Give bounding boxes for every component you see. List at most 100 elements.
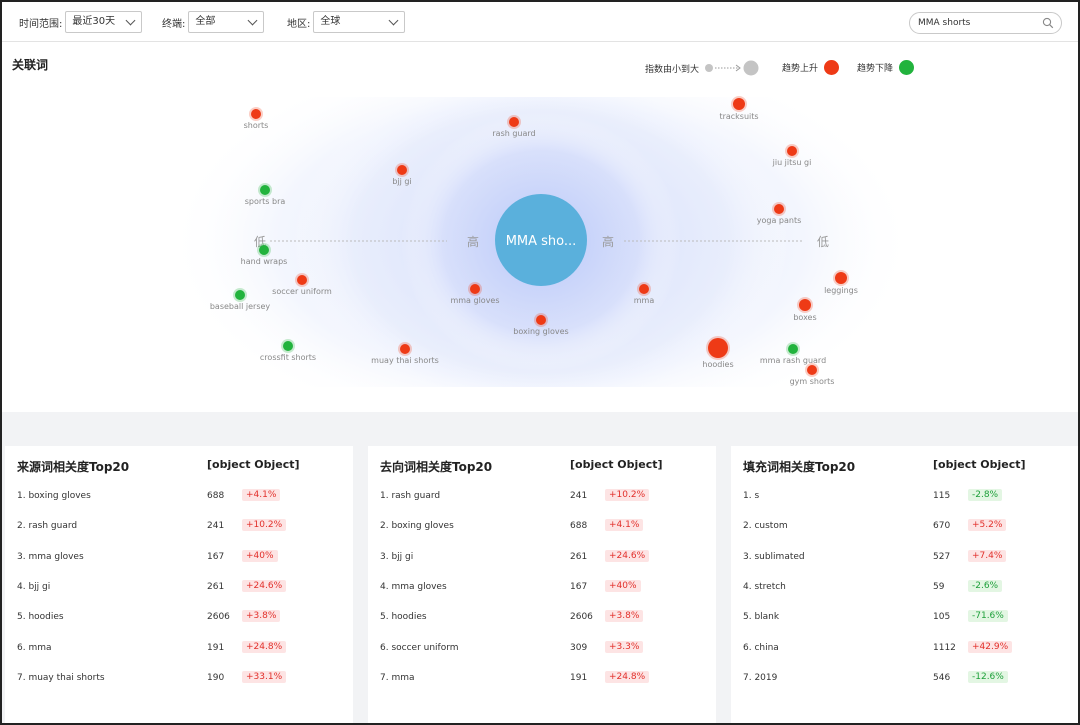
change-badge: +24.8%	[605, 670, 650, 683]
table-row[interactable]: 2. boxing gloves 688 +4.1%	[368, 519, 716, 551]
change-badge: +40%	[605, 579, 641, 592]
row-keyword[interactable]: 7. muay thai shorts	[17, 673, 105, 683]
row-value: 115	[933, 491, 951, 501]
word-dot-leggings[interactable]	[835, 272, 847, 284]
row-keyword[interactable]: 4. stretch	[743, 582, 786, 592]
row-keyword[interactable]: 5. hoodies	[380, 612, 427, 622]
time-range-select[interactable]: 最近30天	[65, 11, 143, 33]
table-row[interactable]: 5. hoodies 2606 +3.8%	[368, 610, 716, 642]
word-dot-hoodies[interactable]	[708, 338, 728, 358]
change-badge: +42.9%	[968, 640, 1013, 653]
row-keyword[interactable]: 2. custom	[743, 521, 788, 531]
row-value: 105	[933, 612, 951, 623]
row-value: 670	[933, 521, 951, 532]
row-value: 546	[933, 672, 951, 683]
word-dot-boxing-gloves[interactable]	[536, 315, 546, 325]
word-dot-jiu-jitsu-gi[interactable]	[787, 146, 797, 156]
row-keyword[interactable]: 6. soccer uniform	[380, 643, 459, 653]
row-keyword[interactable]: 7. 2019	[743, 673, 777, 683]
row-value: 2606	[207, 612, 230, 623]
table-row[interactable]: 1. s 115 -2.8%	[731, 489, 1078, 521]
table-row[interactable]: 4. stretch 59 -2.6%	[731, 579, 1078, 612]
word-dot-sports-bra[interactable]	[260, 185, 270, 195]
row-keyword[interactable]: 5. hoodies	[17, 612, 64, 622]
row-keyword[interactable]: 3. bjj gi	[380, 552, 413, 562]
row-keyword[interactable]: 4. bjj gi	[17, 582, 50, 592]
word-dot-crossfit-shorts[interactable]	[283, 341, 293, 351]
word-dot-boxes[interactable]	[799, 299, 811, 311]
region-filter: 地区: 全球	[287, 10, 406, 34]
row-keyword[interactable]: 4. mma gloves	[380, 582, 447, 592]
table-row[interactable]: 6. soccer uniform 309 +3.3%	[368, 640, 716, 673]
row-keyword[interactable]: 3. mma gloves	[17, 552, 84, 562]
row-value: 167	[207, 551, 225, 562]
row-keyword[interactable]: 1. s	[743, 491, 759, 501]
word-dot-rash-guard[interactable]	[509, 117, 519, 127]
row-value: 241	[570, 491, 588, 501]
row-keyword[interactable]: 6. mma	[17, 643, 52, 653]
search-value: MMA shorts	[918, 18, 971, 28]
row-keyword[interactable]: 7. mma	[380, 673, 415, 683]
word-dot-shorts[interactable]	[251, 109, 261, 119]
word-label: mma gloves	[450, 296, 499, 305]
legend-up: 趋势上升	[782, 60, 840, 75]
table-row[interactable]: 4. bjj gi 261 +24.6%	[5, 579, 353, 612]
change-badge: +5.2%	[968, 519, 1007, 532]
change-badge: +4.1%	[605, 519, 644, 532]
word-dot-mma-gloves[interactable]	[470, 284, 480, 294]
word-dot-baseball-jersey[interactable]	[235, 290, 245, 300]
legend-down-label: 趋势下降	[857, 64, 894, 74]
row-value: 527	[933, 551, 951, 562]
word-dot-tracksuits[interactable]	[733, 98, 745, 110]
word-dot-yoga-pants[interactable]	[774, 204, 784, 214]
table-row[interactable]: 1. rash guard 241 +10.2%	[368, 489, 716, 521]
search-input[interactable]: MMA shorts	[909, 12, 1062, 34]
word-dot-mma[interactable]	[639, 284, 649, 294]
word-label: rash guard	[492, 129, 535, 138]
legend-up-label: 趋势上升	[782, 64, 819, 74]
change-badge: +10.2%	[242, 519, 287, 532]
table-row[interactable]: 5. hoodies 2606 +3.8%	[5, 610, 353, 642]
row-keyword[interactable]: 1. boxing gloves	[17, 491, 91, 501]
word-dot-mma-rash-guard[interactable]	[788, 344, 798, 354]
row-value: 59	[933, 581, 945, 592]
row-keyword[interactable]: 2. rash guard	[17, 521, 77, 531]
table-row[interactable]: 7. 2019 546 -12.6%	[731, 670, 1078, 703]
row-keyword[interactable]: 3. sublimated	[743, 552, 805, 562]
region-select[interactable]: 全球	[313, 11, 406, 33]
table-row[interactable]: 5. blank 105 -71.6%	[731, 610, 1078, 642]
table-row[interactable]: 1. boxing gloves 688 +4.1%	[5, 489, 353, 521]
row-value: 191	[207, 642, 225, 653]
change-badge: +24.6%	[605, 549, 650, 562]
table-row[interactable]: 4. mma gloves 167 +40%	[368, 579, 716, 612]
row-value: 688	[207, 491, 225, 501]
table-row[interactable]: 6. china 1112 +42.9%	[731, 640, 1078, 673]
search-icon[interactable]	[1042, 17, 1054, 29]
word-label: sports bra	[245, 197, 286, 206]
table-row[interactable]: 2. rash guard 241 +10.2%	[5, 519, 353, 551]
word-dot-gym-shorts[interactable]	[807, 365, 817, 375]
terminal-select[interactable]: 全部	[188, 11, 265, 33]
change-badge: -71.6%	[968, 610, 1008, 623]
table-row[interactable]: 3. sublimated 527 +7.4%	[731, 549, 1078, 582]
row-keyword[interactable]: 2. boxing gloves	[380, 521, 454, 531]
table-row[interactable]: 7. muay thai shorts 190 +33.1%	[5, 670, 353, 703]
table-row[interactable]: 3. bjj gi 261 +24.6%	[368, 549, 716, 582]
table-row[interactable]: 2. custom 670 +5.2%	[731, 519, 1078, 551]
word-dot-muay-thai-shorts[interactable]	[400, 344, 410, 354]
word-label: hand wraps	[241, 257, 288, 266]
table-row[interactable]: 7. mma 191 +24.8%	[368, 670, 716, 703]
row-keyword[interactable]: 6. china	[743, 643, 779, 653]
row-keyword[interactable]: 1. rash guard	[380, 491, 440, 501]
word-dot-soccer-uniform[interactable]	[297, 275, 307, 285]
word-label: boxing gloves	[513, 327, 568, 336]
table-row[interactable]: 3. mma gloves 167 +40%	[5, 549, 353, 582]
change-badge: -2.6%	[968, 579, 1003, 592]
word-dot-bjj-gi[interactable]	[397, 165, 407, 175]
table-row[interactable]: 6. mma 191 +24.8%	[5, 640, 353, 673]
row-keyword[interactable]: 5. blank	[743, 612, 779, 622]
word-dot-hand-wraps[interactable]	[259, 245, 269, 255]
word-label: boxes	[793, 313, 816, 322]
table-title: 去向词相关度Top20	[380, 460, 493, 474]
row-value: 261	[207, 581, 225, 592]
